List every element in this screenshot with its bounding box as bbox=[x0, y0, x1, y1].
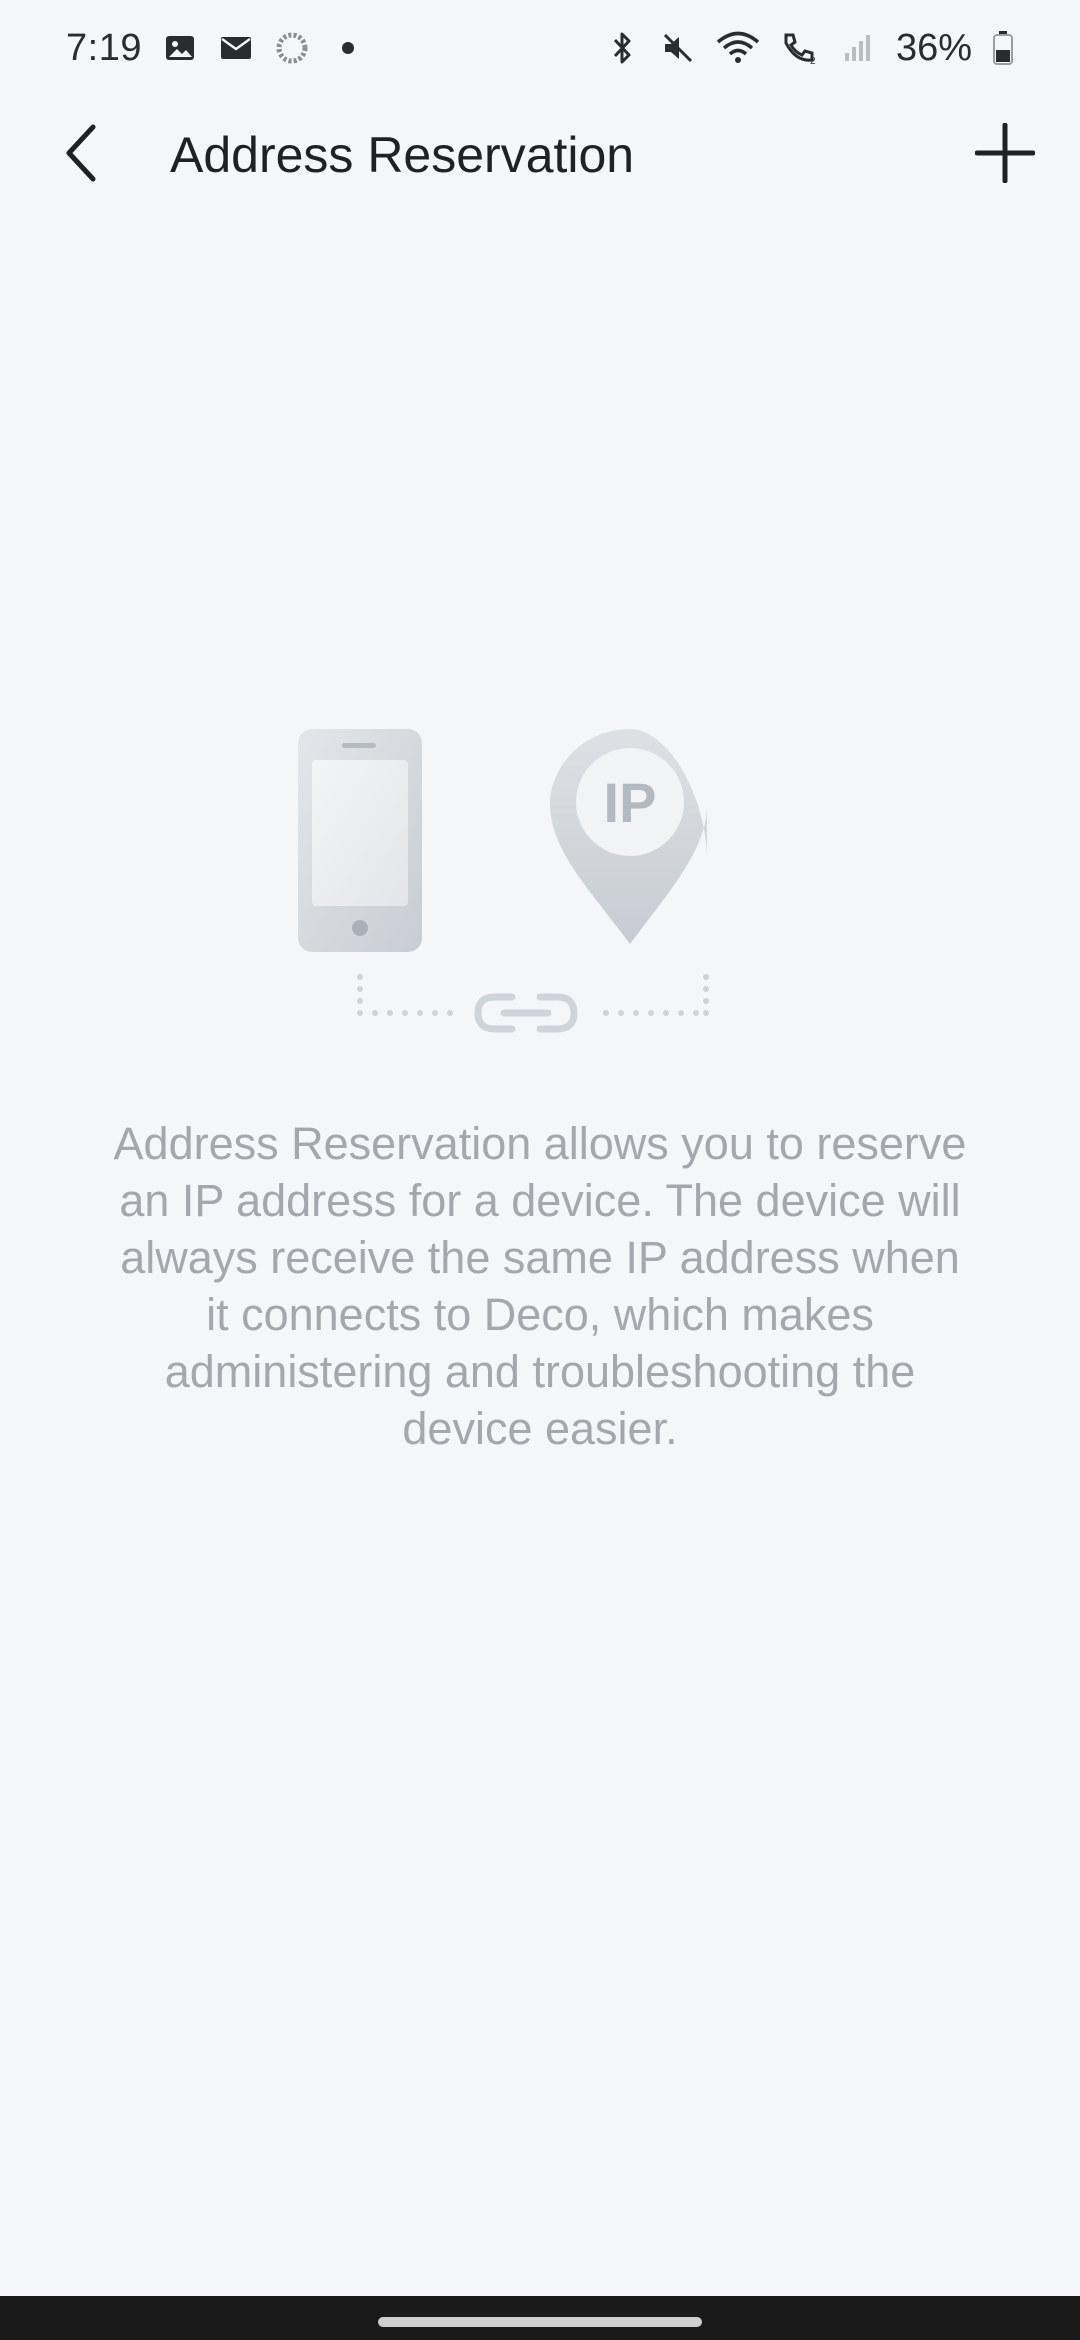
battery-icon bbox=[992, 30, 1014, 66]
back-button[interactable] bbox=[46, 118, 116, 188]
photo-icon bbox=[162, 30, 198, 66]
bluetooth-icon bbox=[604, 30, 640, 66]
add-reservation-button[interactable] bbox=[968, 116, 1042, 190]
wifi-calling-icon: 2 bbox=[780, 30, 820, 66]
ip-location-pin-icon: IP bbox=[550, 729, 707, 944]
status-left: 7:19 bbox=[66, 27, 366, 70]
mute-icon bbox=[660, 30, 696, 66]
page-title: Address Reservation bbox=[170, 127, 635, 183]
chevron-left-icon bbox=[66, 124, 96, 182]
battery-percentage: 36% bbox=[895, 26, 972, 69]
status-right: 2 36% bbox=[604, 27, 1014, 70]
link-icon bbox=[474, 993, 578, 1033]
address-reservation-screen: 7:19 2 36% Address Reservation IP Addres… bbox=[0, 0, 1080, 2340]
mail-icon bbox=[218, 30, 254, 66]
empty-state-description: Address Reservation allows you to reserv… bbox=[113, 1118, 967, 1454]
navigation-bar bbox=[0, 2296, 1080, 2340]
phone-icon bbox=[298, 729, 422, 952]
ip-label: IP bbox=[604, 771, 657, 834]
empty-state-illustration: IP bbox=[290, 720, 790, 1040]
status-bar: 7:19 2 36% bbox=[0, 0, 1080, 96]
wifi-icon bbox=[716, 30, 760, 66]
sync-icon bbox=[274, 30, 310, 66]
app-bar: Address Reservation bbox=[0, 96, 1080, 214]
dot-icon bbox=[330, 30, 366, 66]
svg-text:2: 2 bbox=[810, 56, 816, 65]
signal-icon bbox=[840, 30, 876, 66]
plus-icon bbox=[975, 123, 1035, 183]
status-time: 7:19 bbox=[66, 26, 142, 69]
home-gesture-handle[interactable] bbox=[378, 2317, 702, 2327]
